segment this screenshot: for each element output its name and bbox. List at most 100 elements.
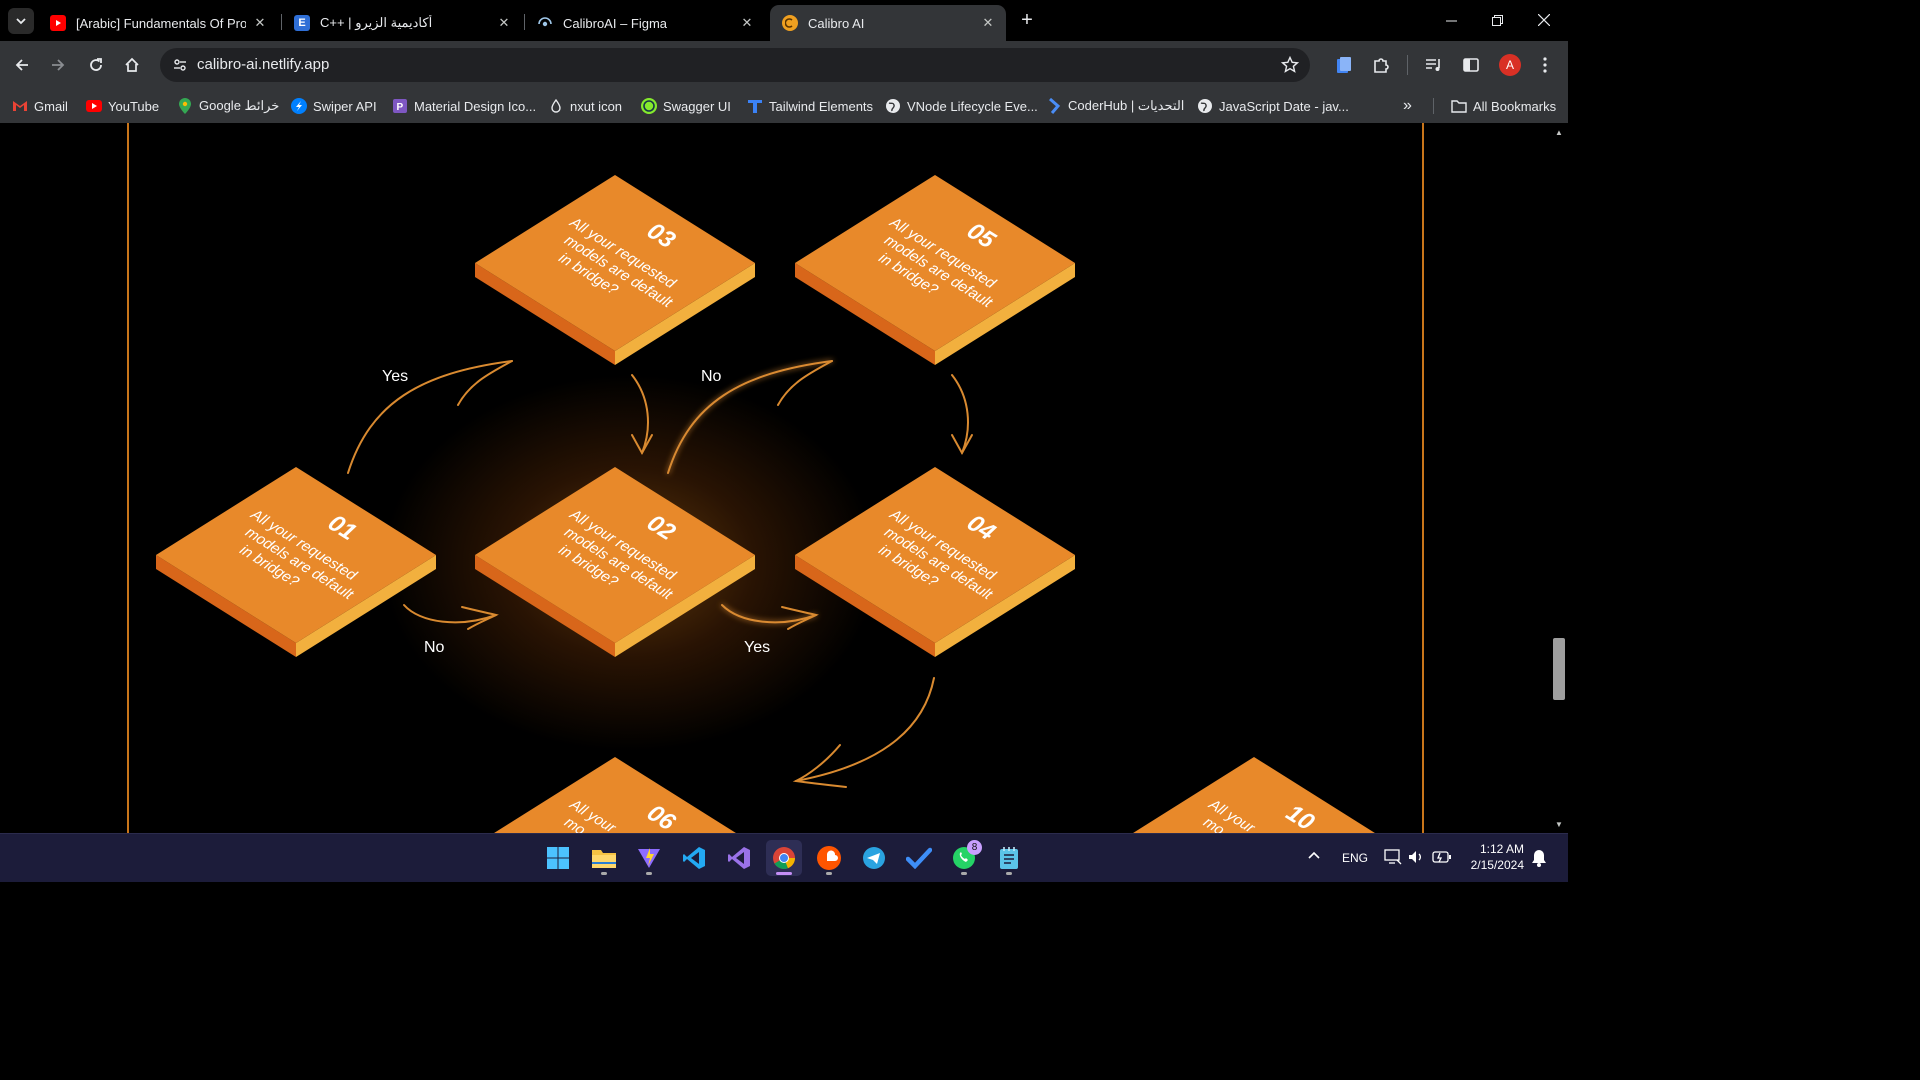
- material-icon: P: [392, 98, 408, 114]
- flow-tile-03: 03All your requestedmodels are defaultin…: [475, 175, 755, 365]
- extensions-button[interactable]: [1369, 53, 1393, 77]
- bookmark-material-design[interactable]: P Material Design Ico...: [392, 95, 536, 117]
- tab-calibro-ai[interactable]: Calibro AI ✕: [770, 5, 1006, 41]
- bookmark-label: Google خرائط: [199, 98, 280, 113]
- soundcloud-app[interactable]: [811, 840, 847, 876]
- windows-start-icon: [547, 847, 569, 869]
- windows-taskbar: 8 ENG 1:12 AM 2/15/2024: [0, 833, 1568, 882]
- tab-zero-academy[interactable]: E C++ | أكاديمية الزيرو ✕: [282, 5, 522, 41]
- page-scrollbar[interactable]: ▲ ▼: [1550, 123, 1568, 833]
- side-panel-button[interactable]: [1459, 53, 1483, 77]
- browser-toolbar: calibro-ai.netlify.app A: [0, 41, 1568, 89]
- swagger-icon: [641, 98, 657, 114]
- bookmark-swiper[interactable]: Swiper API: [291, 95, 377, 117]
- notification-bell-icon[interactable]: [1531, 849, 1547, 872]
- restore-button[interactable]: [1474, 0, 1520, 40]
- bookmark-vnode-lifecycle[interactable]: VNode Lifecycle Eve...: [885, 95, 1038, 117]
- nuxt-icon: [548, 98, 564, 114]
- telegram-icon: [863, 847, 885, 869]
- bookmark-javascript-date[interactable]: JavaScript Date - jav...: [1197, 95, 1349, 117]
- running-indicator: [826, 872, 832, 875]
- site-settings-icon[interactable]: [168, 53, 192, 77]
- reload-button[interactable]: [84, 53, 108, 77]
- bookmark-star-icon[interactable]: [1278, 53, 1302, 77]
- tab-youtube[interactable]: [Arabic] Fundamentals Of Programming ✕: [38, 5, 278, 41]
- arrow-head: [457, 360, 513, 406]
- close-icon[interactable]: ✕: [252, 15, 268, 31]
- tab-figma[interactable]: CalibroAI – Figma ✕: [525, 5, 765, 41]
- telegram-app[interactable]: [856, 840, 892, 876]
- figma-icon: [537, 15, 553, 31]
- flow-tile-06: 06All yourmo...: [494, 757, 736, 833]
- bookmark-gmail[interactable]: Gmail: [12, 95, 68, 117]
- bookmark-swagger[interactable]: Swagger UI: [641, 95, 731, 117]
- extension-button[interactable]: [1332, 53, 1356, 77]
- tab-search-button[interactable]: [8, 8, 34, 34]
- bookmark-coderhub[interactable]: CoderHub | التحديات: [1046, 95, 1184, 117]
- profile-avatar[interactable]: A: [1499, 54, 1521, 76]
- e-icon: E: [294, 15, 310, 31]
- more-vertical-icon: [1543, 57, 1547, 73]
- address-bar[interactable]: calibro-ai.netlify.app: [160, 48, 1310, 82]
- home-button[interactable]: [120, 53, 144, 77]
- forward-button[interactable]: [46, 53, 70, 77]
- tab-strip: [Arabic] Fundamentals Of Programming ✕ E…: [0, 0, 1568, 41]
- close-icon[interactable]: ✕: [739, 15, 755, 31]
- all-bookmarks-button[interactable]: All Bookmarks: [1451, 95, 1556, 117]
- close-icon: [1538, 14, 1550, 26]
- clock-date[interactable]: 2/15/2024: [1464, 858, 1524, 872]
- close-icon[interactable]: ✕: [496, 15, 512, 31]
- visual-studio-app[interactable]: [721, 840, 757, 876]
- close-icon[interactable]: ✕: [980, 15, 996, 31]
- clock-time[interactable]: 1:12 AM: [1468, 842, 1524, 856]
- todo-check-icon: [906, 847, 932, 869]
- tab-title: Calibro AI: [808, 15, 865, 31]
- youtube-icon: [50, 15, 66, 31]
- minimize-button[interactable]: [1428, 0, 1474, 40]
- notepad-app[interactable]: [991, 840, 1027, 876]
- folder-icon: [592, 850, 616, 868]
- flow-tile-04: 04All your requestedmodels are defaultin…: [795, 467, 1075, 657]
- close-window-button[interactable]: [1521, 0, 1567, 40]
- bookmark-nuxt-icon[interactable]: nxut icon: [548, 95, 622, 117]
- running-indicator: [961, 872, 967, 875]
- battery-icon[interactable]: [1432, 849, 1452, 870]
- start-button[interactable]: [540, 840, 576, 876]
- menu-button[interactable]: [1533, 53, 1557, 77]
- media-control-button[interactable]: [1422, 53, 1446, 77]
- vscode-app[interactable]: [676, 840, 712, 876]
- file-explorer-app[interactable]: [586, 840, 622, 876]
- flow-tile-10: 10All yourmo...: [1133, 757, 1375, 833]
- whatsapp-app[interactable]: 8: [946, 840, 982, 876]
- flowchart: 01All your requestedmodels are defaultin…: [156, 175, 1375, 833]
- arrow-02-to-04: [721, 604, 817, 624]
- bookmarks-divider: [1433, 98, 1434, 114]
- bookmarks-bar: Gmail YouTube Google خرائط Swiper API P …: [0, 89, 1568, 123]
- bookmarks-overflow-button[interactable]: »: [1403, 95, 1412, 117]
- todo-app[interactable]: [901, 840, 937, 876]
- chrome-app[interactable]: [766, 840, 802, 876]
- network-icon[interactable]: [1384, 849, 1402, 870]
- scroll-down-arrow-icon[interactable]: ▼: [1550, 817, 1568, 831]
- url-text[interactable]: calibro-ai.netlify.app: [197, 56, 329, 73]
- chevron-double-right-icon: »: [1403, 97, 1412, 114]
- scrollbar-thumb[interactable]: [1553, 638, 1565, 700]
- show-hidden-icons-button[interactable]: [1307, 848, 1321, 867]
- swiper-icon: [291, 98, 307, 114]
- back-button[interactable]: [10, 53, 34, 77]
- toolbar-divider: [1407, 55, 1408, 75]
- arrow-04-to-06: [795, 677, 935, 782]
- home-icon: [125, 57, 139, 72]
- new-tab-button[interactable]: +: [1016, 9, 1038, 31]
- bookmark-label: All Bookmarks: [1473, 98, 1557, 114]
- bookmark-youtube[interactable]: YouTube: [86, 95, 159, 117]
- maps-icon: [177, 98, 193, 114]
- volume-icon[interactable]: [1408, 849, 1424, 870]
- scroll-up-arrow-icon[interactable]: ▲: [1550, 125, 1568, 139]
- vite-app[interactable]: [631, 840, 667, 876]
- language-indicator[interactable]: ENG: [1342, 851, 1368, 865]
- bookmark-tailwind-elements[interactable]: Tailwind Elements: [747, 95, 873, 117]
- bookmark-label: JavaScript Date - jav...: [1219, 98, 1349, 114]
- bookmark-google-maps[interactable]: Google خرائط: [177, 95, 279, 117]
- restore-icon: [1491, 14, 1503, 26]
